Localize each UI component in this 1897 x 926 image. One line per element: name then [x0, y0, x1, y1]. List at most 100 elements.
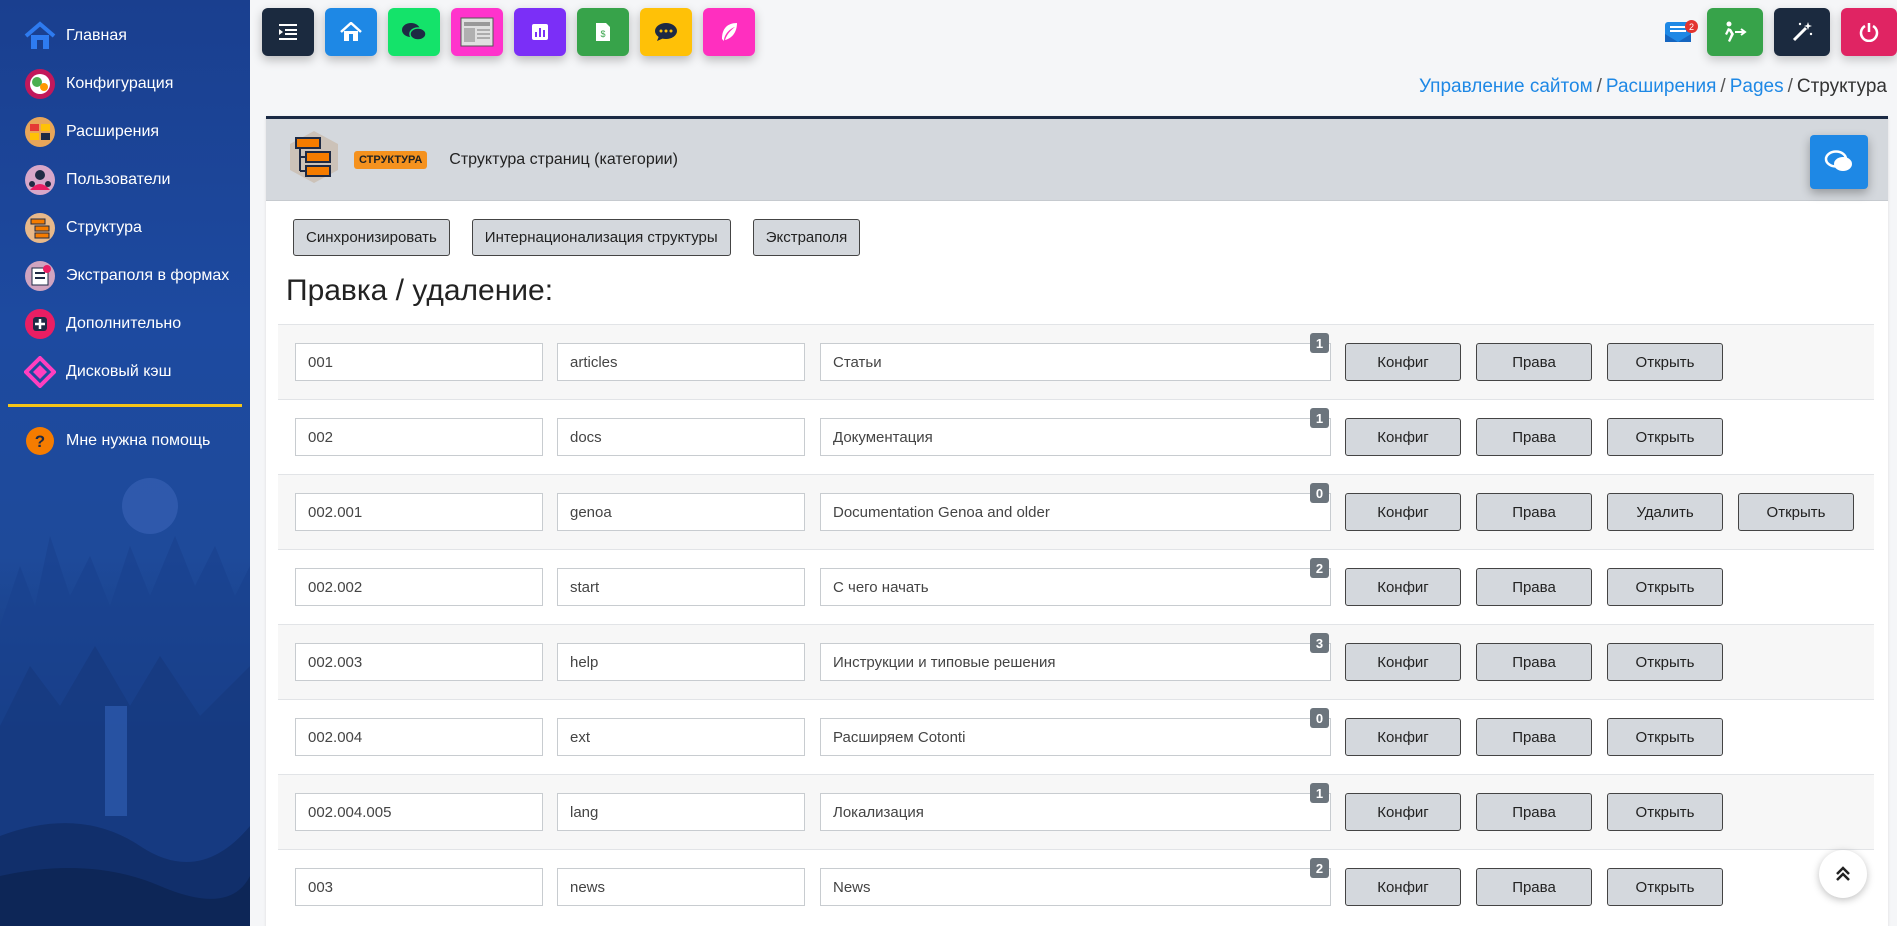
- category-alias-input[interactable]: help: [557, 643, 805, 681]
- sidebar-item-home[interactable]: Главная: [0, 12, 250, 60]
- config-button[interactable]: Конфиг: [1345, 868, 1461, 906]
- rights-button[interactable]: Права: [1476, 418, 1592, 456]
- page-count-badge: 2: [1310, 858, 1329, 878]
- rights-button[interactable]: Права: [1476, 718, 1592, 756]
- sidebar-item-help[interactable]: ? Мне нужна помощь: [0, 417, 250, 465]
- category-code-input[interactable]: 002.001: [295, 493, 543, 531]
- config-button[interactable]: Конфиг: [1345, 568, 1461, 606]
- config-button[interactable]: Конфиг: [1345, 493, 1461, 531]
- rights-button[interactable]: Права: [1476, 343, 1592, 381]
- document-icon: $: [596, 23, 610, 41]
- breadcrumb-current: Структура: [1796, 76, 1887, 97]
- category-code-input[interactable]: 002.002: [295, 568, 543, 606]
- i18n-structure-button[interactable]: Интернационализация структуры: [471, 219, 731, 256]
- open-button[interactable]: Открыть: [1607, 793, 1723, 831]
- category-alias-input[interactable]: lang: [557, 793, 805, 831]
- category-alias-input[interactable]: docs: [557, 418, 805, 456]
- category-alias-input[interactable]: genoa: [557, 493, 805, 531]
- exit-site-button[interactable]: [1707, 8, 1763, 56]
- delete-button[interactable]: Удалить: [1607, 493, 1723, 531]
- category-title-input[interactable]: Статьи: [820, 343, 1331, 381]
- open-button[interactable]: Открыть: [1607, 718, 1723, 756]
- breadcrumb-separator: /: [1787, 76, 1793, 97]
- magic-button[interactable]: [1774, 8, 1830, 56]
- scroll-to-top-button[interactable]: [1819, 850, 1867, 898]
- page-count-badge: 3: [1310, 633, 1329, 653]
- breadcrumb-link-extensions[interactable]: Расширения: [1606, 76, 1717, 97]
- config-button[interactable]: Конфиг: [1345, 418, 1461, 456]
- power-icon: [1859, 23, 1879, 42]
- sidebar-item-advanced[interactable]: Дополнительно: [0, 300, 250, 348]
- structure-row: 002.002 start С чего начать 2 Конфиг Пра…: [278, 549, 1874, 624]
- sidebar-item-extrafields[interactable]: Экстраполя в формах: [0, 252, 250, 300]
- rights-button[interactable]: Права: [1476, 643, 1592, 681]
- chevron-double-up-icon: [1836, 866, 1850, 881]
- extrafields-button[interactable]: Экстраполя: [752, 219, 861, 256]
- category-title-input[interactable]: С чего начать: [820, 568, 1331, 606]
- config-button[interactable]: Конфиг: [1345, 793, 1461, 831]
- category-title-field: С чего начать 2: [820, 558, 1331, 606]
- structure-list: 001 articles Статьи 1 Конфиг Права Откры…: [278, 324, 1874, 924]
- sidebar-item-users[interactable]: Пользователи: [0, 156, 250, 204]
- open-button[interactable]: Открыть: [1738, 493, 1854, 531]
- open-button[interactable]: Открыть: [1607, 868, 1723, 906]
- category-title-input[interactable]: Локализация: [820, 793, 1331, 831]
- breadcrumb-link-site-admin[interactable]: Управление сайтом: [1419, 76, 1593, 97]
- category-code-input[interactable]: 002.004: [295, 718, 543, 756]
- category-alias-input[interactable]: news: [557, 868, 805, 906]
- document-button[interactable]: $: [577, 8, 629, 56]
- rights-button[interactable]: Права: [1476, 793, 1592, 831]
- breadcrumb-link-pages[interactable]: Pages: [1730, 76, 1784, 97]
- messages-button[interactable]: 2: [1660, 14, 1698, 50]
- category-code-input[interactable]: 002.004.005: [295, 793, 543, 831]
- category-title-input[interactable]: Documentation Genoa and older: [820, 493, 1331, 531]
- svg-text:?: ?: [35, 432, 45, 451]
- open-button[interactable]: Открыть: [1607, 343, 1723, 381]
- category-title-input[interactable]: Документация: [820, 418, 1331, 456]
- category-title-input[interactable]: Инструкции и типовые решения: [820, 643, 1331, 681]
- chat-icon: [402, 23, 427, 41]
- extensions-icon: [24, 116, 56, 148]
- help-chat-button[interactable]: [1810, 135, 1868, 189]
- rights-button[interactable]: Права: [1476, 868, 1592, 906]
- sidebar-item-label: Структура: [66, 219, 142, 236]
- rights-button[interactable]: Права: [1476, 493, 1592, 531]
- home-icon: [340, 22, 362, 41]
- category-alias-input[interactable]: ext: [557, 718, 805, 756]
- category-title-field: Расширяем Cotonti 0: [820, 708, 1331, 756]
- logout-button[interactable]: [1841, 8, 1897, 56]
- category-alias-input[interactable]: articles: [557, 343, 805, 381]
- open-button[interactable]: Открыть: [1607, 643, 1723, 681]
- category-alias-input[interactable]: start: [557, 568, 805, 606]
- category-code-input[interactable]: 002.003: [295, 643, 543, 681]
- config-button[interactable]: Конфиг: [1345, 643, 1461, 681]
- sidebar-item-extensions[interactable]: Расширения: [0, 108, 250, 156]
- pages-button[interactable]: [451, 8, 503, 56]
- chat-button[interactable]: [388, 8, 440, 56]
- feather-button[interactable]: [703, 8, 755, 56]
- menu-collapse-button[interactable]: [262, 8, 314, 56]
- sidebar-item-structure[interactable]: Структура: [0, 204, 250, 252]
- category-code-input[interactable]: 003: [295, 868, 543, 906]
- sidebar-item-disk-cache[interactable]: Дисковый кэш: [0, 348, 250, 396]
- config-button[interactable]: Конфиг: [1345, 718, 1461, 756]
- sidebar-item-label: Расширения: [66, 123, 160, 140]
- sidebar-item-config[interactable]: Конфигурация: [0, 60, 250, 108]
- structure-actions: Синхронизировать Интернационализация стр…: [266, 201, 1888, 256]
- comments-button[interactable]: [640, 8, 692, 56]
- open-button[interactable]: Открыть: [1607, 568, 1723, 606]
- config-button[interactable]: Конфиг: [1345, 343, 1461, 381]
- category-code-input[interactable]: 001: [295, 343, 543, 381]
- structure-icon: [286, 129, 342, 190]
- feather-icon: [722, 23, 737, 41]
- home-button[interactable]: [325, 8, 377, 56]
- rights-button[interactable]: Права: [1476, 568, 1592, 606]
- stats-button[interactable]: [514, 8, 566, 56]
- page-count-badge: 1: [1310, 408, 1329, 428]
- category-title-input[interactable]: News: [820, 868, 1331, 906]
- category-title-input[interactable]: Расширяем Cotonti: [820, 718, 1331, 756]
- category-code-input[interactable]: 002: [295, 418, 543, 456]
- card-title: Структура страниц (категории): [449, 150, 678, 168]
- sync-button[interactable]: Синхронизировать: [293, 219, 450, 256]
- open-button[interactable]: Открыть: [1607, 418, 1723, 456]
